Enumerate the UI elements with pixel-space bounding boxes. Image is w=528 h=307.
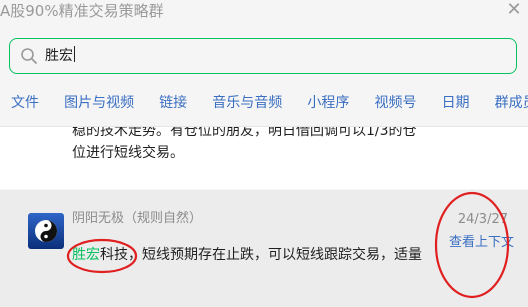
- list-item[interactable]: 阴阳无极（规则自然） 24/3/27 查看上下文 胜宏科技，短线预期存在止跌，可…: [0, 190, 528, 307]
- tab-mini-programs[interactable]: 小程序: [307, 93, 349, 113]
- search-input[interactable]: 胜宏: [45, 46, 75, 66]
- category-tabs: 文件 图片与视频 链接 音乐与音频 小程序 视频号 日期 群成员: [11, 92, 528, 114]
- tab-group-members[interactable]: 群成员: [495, 93, 528, 113]
- keyword-highlight: 胜宏: [72, 247, 100, 263]
- window-title: A股90%精准交易策略群: [0, 2, 164, 20]
- tab-channels[interactable]: 视频号: [374, 93, 416, 113]
- tab-music-audio[interactable]: 音乐与音频: [212, 93, 282, 113]
- close-icon[interactable]: ✕: [500, 0, 528, 22]
- message-text: 胜宏科技，短线预期存在止跌，可以短线跟踪交易，适量: [72, 247, 422, 263]
- tab-links[interactable]: 链接: [159, 93, 187, 113]
- view-context-link[interactable]: 查看上下文: [449, 234, 514, 252]
- tab-date[interactable]: 日期: [442, 93, 470, 113]
- message-date: 24/3/27: [457, 212, 508, 227]
- message-text: 稳的技术走势。有仓位的朋友，明日借回调可以1/3的仓 位进行短线交易。: [72, 127, 417, 161]
- avatar: [28, 213, 64, 249]
- sender-name: 阴阳无极（规则自然）: [72, 211, 203, 226]
- search-icon: [21, 48, 37, 64]
- tab-files[interactable]: 文件: [11, 93, 39, 113]
- text-caret: [74, 46, 75, 62]
- search-box[interactable]: 胜宏: [9, 38, 517, 74]
- tab-photos-videos[interactable]: 图片与视频: [64, 93, 134, 113]
- list-item[interactable]: 稳的技术走势。有仓位的朋友，明日借回调可以1/3的仓 位进行短线交易。: [0, 127, 528, 189]
